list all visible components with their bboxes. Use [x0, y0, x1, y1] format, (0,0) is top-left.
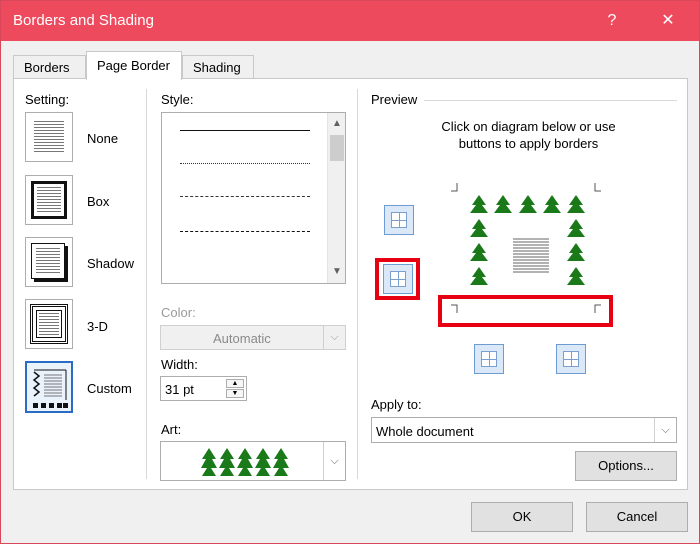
style-scrollbar[interactable]: ▲ ▼ [327, 113, 345, 283]
scroll-up-icon[interactable]: ▲ [328, 115, 346, 133]
highlight-frame-bottom [438, 295, 613, 327]
help-button[interactable]: ? [597, 7, 627, 35]
tab-label: Borders [24, 60, 70, 75]
setting-3d-label[interactable]: 3-D [87, 319, 108, 334]
column-divider [146, 89, 147, 479]
window-title: Borders and Shading [13, 12, 154, 29]
bottom-border-icon [390, 271, 406, 287]
spin-up-icon[interactable]: ▲ [226, 379, 244, 388]
preview-instruction-line2: buttons to apply borders [458, 136, 599, 151]
setting-shadow-icon[interactable] [25, 237, 73, 287]
cancel-button[interactable]: Cancel [586, 502, 688, 532]
apply-to-dropdown[interactable]: Whole document ⌵ [371, 417, 677, 443]
tab-label: Page Border [97, 58, 170, 73]
chevron-down-icon[interactable]: ⌵ [323, 442, 345, 480]
art-label: Art: [161, 422, 182, 437]
ok-button[interactable]: OK [471, 502, 573, 532]
style-dotted-line[interactable] [180, 163, 310, 164]
preview-label: Preview [371, 92, 418, 107]
color-label: Color: [161, 305, 196, 320]
preview-diagram[interactable] [451, 183, 601, 313]
page-lines-icon [39, 313, 59, 335]
color-value: Automatic [213, 331, 271, 346]
setting-custom-icon[interactable] [25, 361, 73, 413]
tab-shading[interactable]: Shading [182, 55, 254, 79]
setting-label: Setting: [25, 92, 70, 107]
left-border-button[interactable] [474, 344, 504, 374]
setting-custom-label[interactable]: Custom [87, 381, 132, 396]
left-border-icon [481, 351, 497, 367]
right-border-icon [563, 351, 579, 367]
chevron-down-icon[interactable]: ⌵ [323, 326, 345, 349]
top-border-icon [391, 212, 407, 228]
right-border-button[interactable] [556, 344, 586, 374]
style-solid-line[interactable] [180, 130, 310, 131]
style-dashed-line[interactable] [180, 231, 310, 232]
setting-shadow-label[interactable]: Shadow [87, 256, 134, 271]
width-spinner[interactable]: 31 pt ▲ ▼ [160, 376, 247, 401]
setting-none-icon[interactable] [25, 112, 73, 162]
setting-box-label[interactable]: Box [87, 194, 109, 209]
tree-art-icon [201, 448, 289, 476]
close-button[interactable]: ✕ [653, 7, 683, 35]
options-button[interactable]: Options... [575, 451, 677, 481]
title-bar: Borders and Shading ? ✕ [1, 1, 699, 41]
borders-and-shading-dialog: Borders and Shading ? ✕ Borders Page Bor… [0, 0, 700, 544]
page-lines-icon [36, 248, 60, 274]
preview-separator [424, 100, 677, 101]
bottom-border-button[interactable] [383, 264, 413, 294]
page-border-panel: Setting: None Box Shadow 3-D Custom Styl… [13, 78, 688, 490]
preview-instruction-line1: Click on diagram below or use [441, 119, 616, 134]
setting-3d-icon[interactable] [25, 299, 73, 349]
tab-label: Shading [193, 60, 241, 75]
tab-page-border[interactable]: Page Border [86, 51, 182, 80]
width-label: Width: [161, 357, 198, 372]
style-small-dash-line[interactable] [180, 196, 310, 197]
custom-border-icon [32, 369, 68, 408]
art-dropdown[interactable]: ⌵ [160, 441, 346, 481]
spin-down-icon[interactable]: ▼ [226, 389, 244, 398]
top-border-button[interactable] [384, 205, 414, 235]
apply-to-value: Whole document [376, 424, 474, 439]
scroll-down-icon[interactable]: ▼ [328, 263, 346, 281]
page-lines-icon [37, 187, 61, 213]
page-lines-icon [34, 121, 64, 153]
color-dropdown[interactable]: Automatic ⌵ [160, 325, 346, 350]
style-label: Style: [161, 92, 194, 107]
width-value: 31 pt [165, 382, 194, 397]
tab-borders[interactable]: Borders [13, 55, 86, 79]
style-list[interactable]: ▲ ▼ [161, 112, 346, 284]
scroll-thumb[interactable] [330, 135, 344, 161]
chevron-down-icon[interactable]: ⌵ [654, 418, 676, 442]
setting-box-icon[interactable] [25, 175, 73, 225]
column-divider [357, 89, 358, 479]
apply-to-label: Apply to: [371, 397, 422, 412]
style-dash-dot-line[interactable] [180, 266, 310, 267]
setting-none-label[interactable]: None [87, 131, 118, 146]
